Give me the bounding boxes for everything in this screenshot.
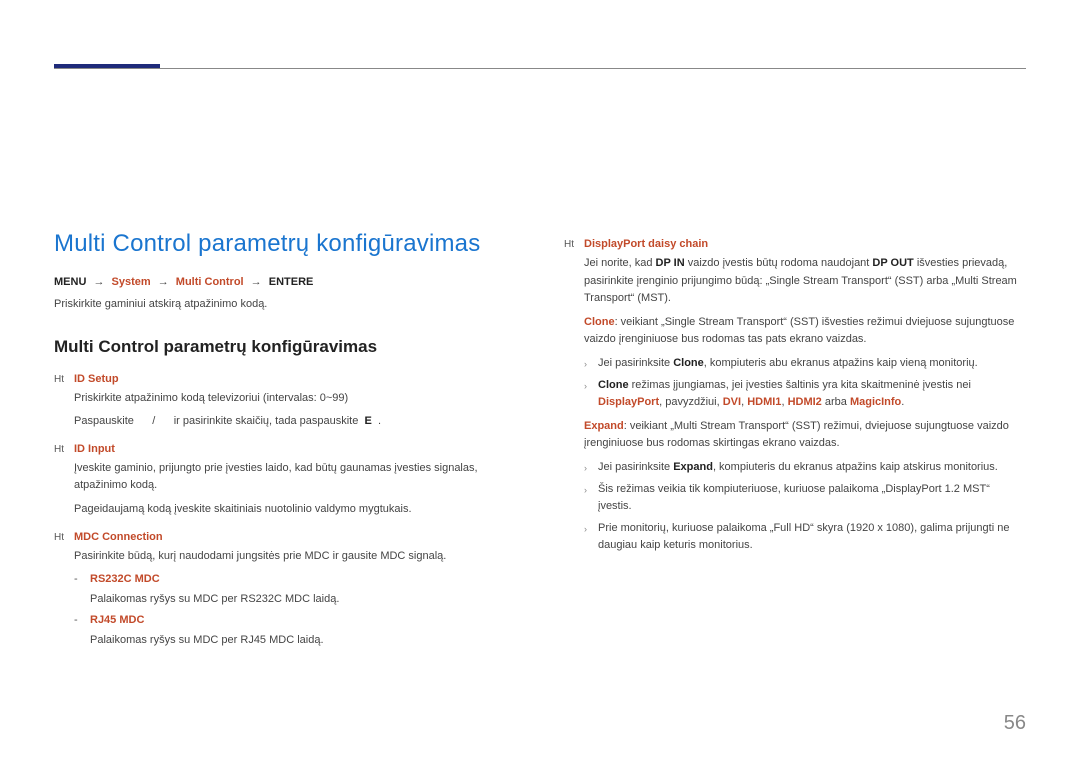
sub-text: Palaikomas ryšys su MDC per RS232C MDC l…: [90, 591, 516, 609]
term-clone: Clone: [584, 316, 615, 328]
bullet-text: Prie monitorių, kuriuose palaikoma „Full…: [598, 520, 1026, 555]
term-magicinfo: MagicInfo: [850, 396, 901, 408]
chevron-right-icon: ›: [584, 459, 598, 477]
term-clone: Clone: [598, 379, 629, 391]
expand-bullet-3: › Prie monitorių, kuriuose palaikoma „Fu…: [584, 520, 1026, 555]
chevron-right-icon: →: [93, 276, 104, 288]
bullet-icon: Ht: [54, 371, 74, 437]
content-columns: Multi Control parametrų konfigūravimas M…: [54, 0, 1026, 658]
page-number: 56: [1004, 712, 1026, 735]
sub-item-rj45: - RJ45 MDC Palaikomas ryšys su MDC per R…: [74, 612, 516, 649]
expand-paragraph: Expand: veikiant „Multi Stream Transport…: [584, 418, 1026, 453]
sub-item-rs232c: - RS232C MDC Palaikomas ryšys su MDC per…: [74, 571, 516, 608]
term-hdmi2: HDMI2: [788, 396, 822, 408]
term-dp-out: DP OUT: [872, 257, 913, 269]
dash-icon: -: [74, 612, 90, 649]
list-item-id-input: Ht ID Input Įveskite gaminio, prijungto …: [54, 441, 516, 525]
clone-paragraph: Clone: veikiant „Single Stream Transport…: [584, 314, 1026, 349]
text-fragment: vaizdo įvestis būtų rodoma naudojant: [685, 257, 873, 269]
chevron-right-icon: ›: [584, 377, 598, 412]
chevron-right-icon: →: [251, 276, 262, 288]
list-item-mdc-connection: Ht MDC Connection Pasirinkite būdą, kurį…: [54, 529, 516, 654]
item-title: ID Input: [74, 441, 516, 458]
clone-bullet-2: › Clone režimas įjungiamas, jei įvesties…: [584, 377, 1026, 412]
term-hdmi1: HDMI1: [747, 396, 781, 408]
item-text: Pasirinkite būdą, kurį naudodami jungsit…: [74, 548, 516, 566]
heading-2: Multi Control parametrų konfigūravimas: [54, 337, 516, 357]
bullet-text: Šis režimas veikia tik kompiuteriuose, k…: [598, 481, 1026, 516]
key-label: E: [364, 415, 371, 427]
text-fragment: .: [901, 396, 904, 408]
right-column: Ht DisplayPort daisy chain Jei norite, k…: [564, 230, 1026, 658]
text-fragment: , pavyzdžiui,: [659, 396, 723, 408]
chevron-right-icon: →: [158, 276, 169, 288]
item-body: ID Setup Priskirkite atpažinimo kodą tel…: [74, 371, 516, 437]
dash-icon: -: [74, 571, 90, 608]
text-fragment: Paspauskite: [74, 415, 134, 427]
item-text: Priskirkite atpažinimo kodą televizoriui…: [74, 390, 516, 408]
text-fragment: Jei pasirinksite: [598, 357, 673, 369]
item-text: Jei norite, kad DP IN vaizdo įvestis būt…: [584, 255, 1026, 308]
item-body: ID Input Įveskite gaminio, prijungto pri…: [74, 441, 516, 525]
bullet-icon: Ht: [564, 236, 584, 559]
expand-bullet-1: › Jei pasirinksite Expand, kompiuteris d…: [584, 459, 1026, 477]
breadcrumb-multicontrol: Multi Control: [176, 276, 244, 288]
item-title: DisplayPort daisy chain: [584, 236, 1026, 253]
breadcrumb-menu: MENU: [54, 276, 86, 288]
clone-bullet-1: › Jei pasirinksite Clone, kompiuteris ab…: [584, 355, 1026, 373]
item-text: Pageidaujamą kodą įveskite skaitiniais n…: [74, 501, 516, 519]
left-column: Multi Control parametrų konfigūravimas M…: [54, 230, 516, 658]
list-item-dp-daisy: Ht DisplayPort daisy chain Jei norite, k…: [564, 236, 1026, 559]
bullet-text: Clone režimas įjungiamas, jei įvesties š…: [598, 377, 1026, 412]
text-fragment: arba: [822, 396, 850, 408]
item-text: Paspauskite / ir pasirinkite skaičių, ta…: [74, 413, 516, 431]
text-fragment: : veikiant „Multi Stream Transport“ (SST…: [584, 420, 1009, 450]
term-displayport: DisplayPort: [598, 396, 659, 408]
header-rule: [54, 68, 1026, 69]
sub-text: Palaikomas ryšys su MDC per RJ45 MDC lai…: [90, 632, 516, 650]
bullet-icon: Ht: [54, 529, 74, 654]
text-fragment: /: [152, 415, 155, 427]
item-body: DisplayPort daisy chain Jei norite, kad …: [584, 236, 1026, 559]
enter-symbol: E: [306, 276, 313, 288]
sub-title: RJ45 MDC: [90, 612, 516, 630]
text-fragment: : veikiant „Single Stream Transport“ (SS…: [584, 316, 1014, 346]
item-body: MDC Connection Pasirinkite būdą, kurį na…: [74, 529, 516, 654]
item-text: Įveskite gaminio, prijungto prie įvestie…: [74, 460, 516, 495]
sub-title: RS232C MDC: [90, 571, 516, 589]
chevron-right-icon: ›: [584, 481, 598, 516]
sub-body: RS232C MDC Palaikomas ryšys su MDC per R…: [90, 571, 516, 608]
chevron-right-icon: ›: [584, 355, 598, 373]
text-fragment: , kompiuteris abu ekranus atpažins kaip …: [704, 357, 978, 369]
text-fragment: , kompiuteris du ekranus atpažins kaip a…: [713, 461, 998, 473]
document-page: Multi Control parametrų konfigūravimas M…: [0, 0, 1080, 763]
breadcrumb-system: System: [112, 276, 151, 288]
text-fragment: ir pasirinkite skaičių, tada paspauskite: [174, 415, 359, 427]
intro-description: Priskirkite gaminiui atskirą atpažinimo …: [54, 296, 516, 313]
term-dvi: DVI: [723, 396, 741, 408]
expand-bullet-2: › Šis režimas veikia tik kompiuteriuose,…: [584, 481, 1026, 516]
item-title: ID Setup: [74, 371, 516, 388]
text-fragment: Jei norite, kad: [584, 257, 656, 269]
breadcrumb-enter: ENTER: [269, 276, 306, 288]
bullet-text: Jei pasirinksite Expand, kompiuteris du …: [598, 459, 1026, 477]
sub-body: RJ45 MDC Palaikomas ryšys su MDC per RJ4…: [90, 612, 516, 649]
term-expand: Expand: [584, 420, 624, 432]
term-dp-in: DP IN: [656, 257, 685, 269]
text-fragment: .: [378, 415, 381, 427]
bullet-icon: Ht: [54, 441, 74, 525]
breadcrumb: MENU → System → Multi Control → ENTERE: [54, 276, 516, 288]
bullet-text: Jei pasirinksite Clone, kompiuteris abu …: [598, 355, 1026, 373]
heading-1: Multi Control parametrų konfigūravimas: [54, 230, 516, 258]
list-item-id-setup: Ht ID Setup Priskirkite atpažinimo kodą …: [54, 371, 516, 437]
text-fragment: režimas įjungiamas, jei įvesties šaltini…: [629, 379, 971, 391]
text-fragment: Jei pasirinksite: [598, 461, 673, 473]
item-title: MDC Connection: [74, 529, 516, 546]
term-clone: Clone: [673, 357, 704, 369]
term-expand: Expand: [673, 461, 713, 473]
chevron-right-icon: ›: [584, 520, 598, 555]
